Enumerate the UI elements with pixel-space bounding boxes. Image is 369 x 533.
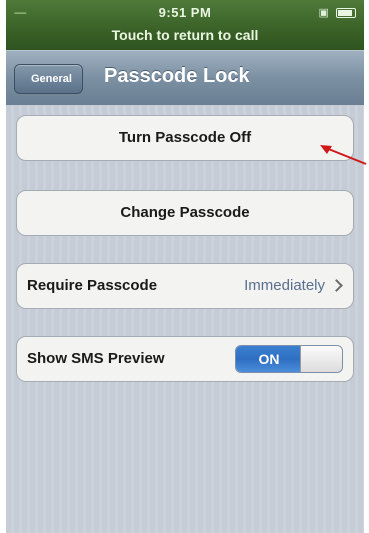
navigation-bar: General Passcode Lock xyxy=(6,50,364,106)
return-to-call-banner[interactable]: Touch to return to call xyxy=(6,27,364,43)
chevron-right-icon xyxy=(330,279,343,292)
require-passcode-value: Immediately xyxy=(244,277,325,294)
toggle-knob xyxy=(300,346,342,372)
settings-content: Turn Passcode Off Change Passcode Requir… xyxy=(6,105,364,533)
require-passcode-row[interactable]: Require Passcode Immediately xyxy=(16,263,354,309)
back-button-general[interactable]: General xyxy=(14,64,83,94)
lock-icon: ▣ xyxy=(318,7,329,19)
require-passcode-label: Require Passcode xyxy=(27,277,158,294)
turn-passcode-off-label: Turn Passcode Off xyxy=(118,129,252,146)
show-sms-preview-row: Show SMS Preview ON xyxy=(16,336,354,382)
change-passcode-label: Change Passcode xyxy=(120,204,250,221)
back-button-label: General xyxy=(31,73,72,85)
sms-preview-toggle[interactable]: ON xyxy=(235,345,343,373)
annotation-arrow xyxy=(320,145,367,165)
status-bar[interactable]: ----- 9:51 PM ▣ Touch to return to call xyxy=(6,0,364,50)
status-icons: ▣ xyxy=(319,6,356,19)
change-passcode-button[interactable]: Change Passcode xyxy=(16,190,354,236)
page-title: Passcode Lock xyxy=(104,65,250,87)
show-sms-preview-label: Show SMS Preview xyxy=(27,350,165,367)
status-time: 9:51 PM xyxy=(158,5,212,20)
battery-icon xyxy=(336,8,356,19)
turn-passcode-off-button[interactable]: Turn Passcode Off xyxy=(16,115,354,161)
phone-screen: ----- 9:51 PM ▣ Touch to return to call … xyxy=(6,0,364,533)
toggle-on-label: ON xyxy=(236,346,302,372)
